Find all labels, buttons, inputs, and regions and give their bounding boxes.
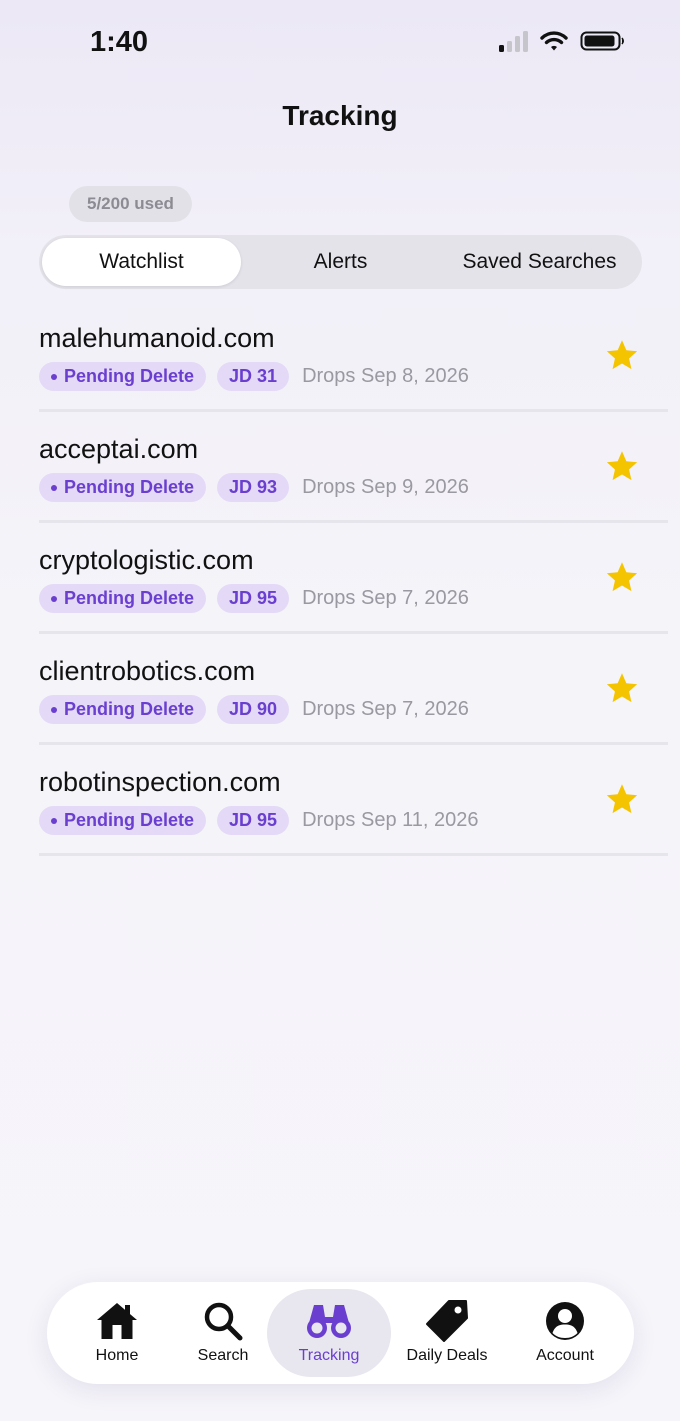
status-badge-label: Pending Delete <box>64 699 195 719</box>
status-badge-label: Pending Delete <box>64 366 195 386</box>
tracking-segmented-control: Watchlist Alerts Saved Searches <box>39 235 642 289</box>
tab-daily-deals[interactable]: Daily Deals <box>397 1289 497 1377</box>
tab-search[interactable]: Search <box>183 1289 263 1377</box>
status-badge: Pending Delete <box>39 806 207 835</box>
tab-tracking[interactable]: Tracking <box>267 1289 391 1377</box>
tab-search-label: Search <box>197 1347 249 1364</box>
drop-date: Drops Sep 11, 2026 <box>302 809 479 831</box>
domain-meta: Pending Delete JD 95 Drops Sep 11, 2026 <box>39 806 479 835</box>
signal-icon <box>499 30 528 52</box>
status-dot-icon <box>51 595 57 602</box>
segment-alerts[interactable]: Alerts <box>241 238 440 286</box>
watchlist-row[interactable]: clientrobotics.com Pending Delete JD 90 … <box>39 634 668 745</box>
watchlist: malehumanoid.com Pending Delete JD 31 Dr… <box>39 301 668 856</box>
status-bar: 1:40 <box>0 0 680 90</box>
domain-meta: Pending Delete JD 93 Drops Sep 9, 2026 <box>39 473 469 502</box>
watchlist-row[interactable]: robotinspection.com Pending Delete JD 95… <box>39 745 668 856</box>
tab-home-label: Home <box>95 1347 139 1364</box>
jd-badge: JD 90 <box>217 695 290 724</box>
star-icon[interactable] <box>604 781 640 817</box>
segment-watchlist[interactable]: Watchlist <box>42 238 241 286</box>
drop-date: Drops Sep 7, 2026 <box>302 587 469 609</box>
star-icon[interactable] <box>604 337 640 373</box>
binoculars-icon <box>307 1305 351 1338</box>
status-badge-label: Pending Delete <box>64 588 195 608</box>
status-dot-icon <box>51 817 57 824</box>
domain-name: acceptai.com <box>39 434 199 464</box>
watchlist-row[interactable]: malehumanoid.com Pending Delete JD 31 Dr… <box>39 301 668 412</box>
status-badge: Pending Delete <box>39 584 207 613</box>
domain-meta: Pending Delete JD 95 Drops Sep 7, 2026 <box>39 584 469 613</box>
status-badge: Pending Delete <box>39 473 207 502</box>
drop-date: Drops Sep 9, 2026 <box>302 476 469 498</box>
status-badge: Pending Delete <box>39 362 207 391</box>
tab-daily-deals-label: Daily Deals <box>406 1347 488 1364</box>
domain-meta: Pending Delete JD 90 Drops Sep 7, 2026 <box>39 695 469 724</box>
domain-name: cryptologistic.com <box>39 545 254 575</box>
bottom-tab-bar: Home Search Tracking Daily Deals Account <box>47 1282 634 1384</box>
domain-meta: Pending Delete JD 31 Drops Sep 8, 2026 <box>39 362 469 391</box>
star-icon[interactable] <box>604 559 640 595</box>
tab-account-label: Account <box>536 1347 594 1364</box>
page-title: Tracking <box>282 100 398 131</box>
home-icon <box>97 1303 137 1339</box>
jd-badge: JD 95 <box>217 806 290 835</box>
tag-icon <box>426 1300 468 1342</box>
tab-account[interactable]: Account <box>520 1289 610 1377</box>
star-icon[interactable] <box>604 448 640 484</box>
status-badge-label: Pending Delete <box>64 477 195 497</box>
account-icon <box>546 1302 584 1340</box>
status-dot-icon <box>51 706 57 713</box>
watchlist-row[interactable]: cryptologistic.com Pending Delete JD 95 … <box>39 523 668 634</box>
battery-icon <box>580 31 624 51</box>
status-badge: Pending Delete <box>39 695 207 724</box>
status-badge-label: Pending Delete <box>64 810 195 830</box>
status-time: 1:40 <box>90 26 149 58</box>
wifi-icon <box>540 31 568 51</box>
domain-name: clientrobotics.com <box>39 656 256 686</box>
drop-date: Drops Sep 8, 2026 <box>302 365 469 387</box>
watchlist-row[interactable]: acceptai.com Pending Delete JD 93 Drops … <box>39 412 668 523</box>
search-icon <box>204 1302 243 1341</box>
usage-badge: 5/200 used <box>69 186 192 222</box>
jd-badge: JD 93 <box>217 473 290 502</box>
jd-badge: JD 31 <box>217 362 290 391</box>
status-icons <box>499 30 626 52</box>
tab-tracking-label: Tracking <box>298 1347 360 1364</box>
star-icon[interactable] <box>604 670 640 706</box>
jd-badge: JD 95 <box>217 584 290 613</box>
status-dot-icon <box>51 484 57 491</box>
segment-saved-searches[interactable]: Saved Searches <box>440 238 639 286</box>
domain-name: malehumanoid.com <box>39 323 275 353</box>
domain-name: robotinspection.com <box>39 767 281 797</box>
tab-home[interactable]: Home <box>77 1289 157 1377</box>
drop-date: Drops Sep 7, 2026 <box>302 698 469 720</box>
status-dot-icon <box>51 373 57 380</box>
